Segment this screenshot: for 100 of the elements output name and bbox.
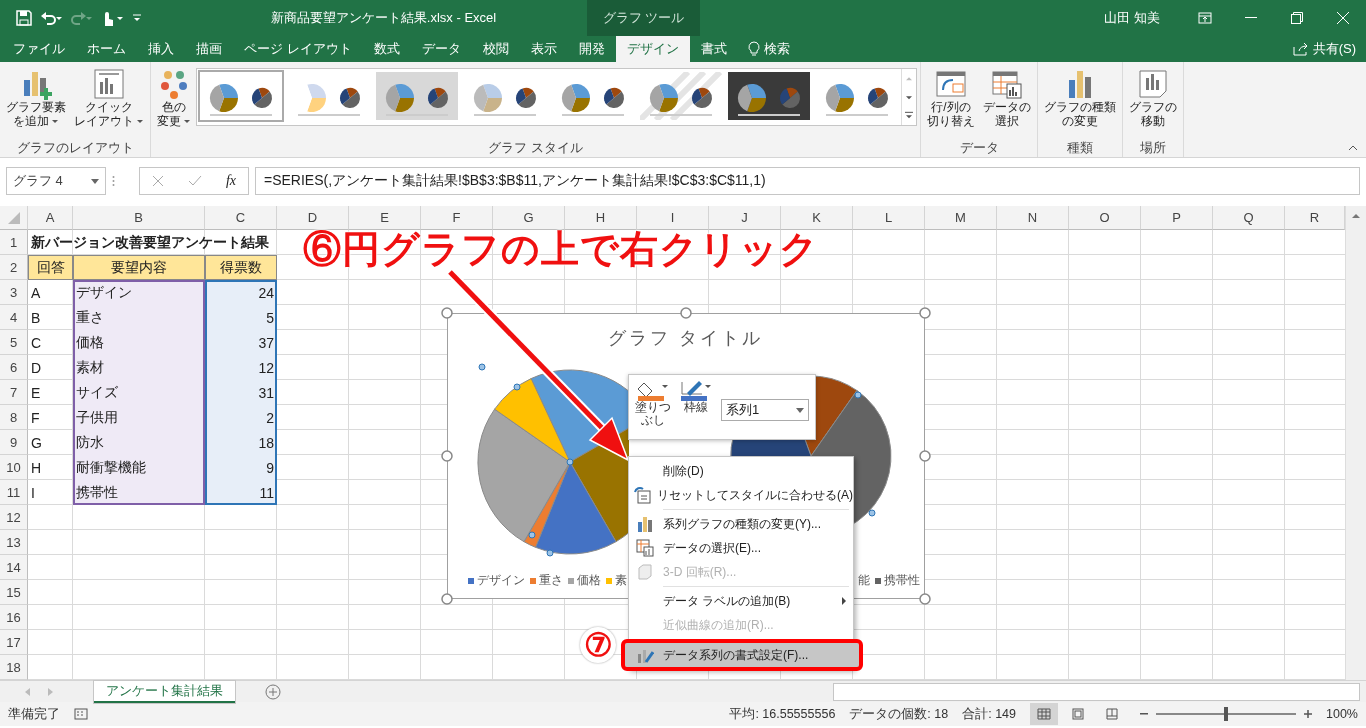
column-header[interactable]: C bbox=[205, 206, 277, 230]
column-header[interactable]: Q bbox=[1213, 206, 1285, 230]
resize-handle[interactable] bbox=[919, 593, 931, 605]
ribbon-button[interactable]: グラフの 移動 bbox=[1126, 66, 1180, 130]
resize-handle[interactable] bbox=[441, 450, 453, 462]
row-number[interactable]: 13 bbox=[0, 530, 28, 555]
column-header[interactable]: L bbox=[853, 206, 925, 230]
column-header[interactable]: B bbox=[73, 206, 205, 230]
ribbon-button[interactable]: 色の 変更 bbox=[154, 66, 194, 130]
share-button[interactable]: 共有(S) bbox=[1292, 36, 1366, 62]
ribbon-tab[interactable]: 描画 bbox=[185, 36, 233, 62]
row-number[interactable]: 11 bbox=[0, 480, 28, 505]
row-number[interactable]: 7 bbox=[0, 380, 28, 405]
row-number[interactable]: 14 bbox=[0, 555, 28, 580]
fill-button[interactable]: 塗りつぶし bbox=[635, 379, 671, 427]
column-header[interactable]: P bbox=[1141, 206, 1213, 230]
menu-item[interactable]: データの選択(E)... bbox=[629, 536, 853, 560]
check-icon[interactable] bbox=[187, 175, 202, 187]
ribbon-tab[interactable]: デザイン bbox=[615, 36, 690, 62]
ribbon-tab[interactable]: 開発 bbox=[567, 36, 616, 62]
insert-function-button[interactable]: fx bbox=[225, 173, 236, 189]
redo-icon[interactable] bbox=[70, 10, 92, 26]
undo-icon[interactable] bbox=[40, 10, 62, 26]
ribbon-display-icon[interactable] bbox=[1198, 12, 1212, 24]
ribbon-button[interactable]: 行/列の 切り替え bbox=[924, 66, 978, 130]
row-number[interactable]: 15 bbox=[0, 580, 28, 605]
column-header[interactable]: N bbox=[997, 206, 1069, 230]
column-header[interactable]: G bbox=[493, 206, 565, 230]
ribbon-button[interactable]: グラフの種類 の変更 bbox=[1041, 66, 1119, 130]
row-number[interactable]: 6 bbox=[0, 355, 28, 380]
ribbon-tab[interactable]: 校閲 bbox=[471, 36, 520, 62]
chart-style-thumbnail[interactable] bbox=[374, 70, 460, 122]
view-button[interactable] bbox=[1030, 703, 1058, 725]
resize-handle[interactable] bbox=[441, 307, 453, 319]
row-number[interactable]: 10 bbox=[0, 455, 28, 480]
resize-handle[interactable] bbox=[441, 593, 453, 605]
column-header[interactable]: D bbox=[277, 206, 349, 230]
row-number[interactable]: 18 bbox=[0, 655, 28, 680]
ribbon-tab[interactable]: 書式 bbox=[689, 36, 738, 62]
chart-title[interactable]: グラフ タイトル bbox=[448, 326, 924, 350]
row-number[interactable]: 16 bbox=[0, 605, 28, 630]
customize-toolbar-icon[interactable] bbox=[132, 13, 142, 23]
column-header[interactable]: H bbox=[565, 206, 637, 230]
row-number[interactable]: 1 bbox=[0, 230, 28, 255]
row-number[interactable]: 5 bbox=[0, 330, 28, 355]
search-button[interactable]: 検索 bbox=[737, 36, 800, 62]
name-box[interactable]: グラフ 4 bbox=[6, 167, 106, 195]
ribbon-tab[interactable]: ファイル bbox=[2, 36, 76, 62]
column-header[interactable]: R bbox=[1285, 206, 1345, 230]
ribbon-button[interactable]: データの 選択 bbox=[980, 66, 1034, 130]
row-number[interactable]: 8 bbox=[0, 405, 28, 430]
column-header[interactable]: I bbox=[637, 206, 709, 230]
drag-handle-icon[interactable] bbox=[112, 175, 115, 187]
column-header[interactable]: A bbox=[28, 206, 73, 230]
ribbon-button[interactable]: クイック レイアウト bbox=[71, 66, 147, 130]
series-dropdown[interactable]: 系列1 bbox=[721, 399, 809, 421]
macro-record-icon[interactable] bbox=[74, 708, 88, 720]
row-number[interactable]: 17 bbox=[0, 630, 28, 655]
formula-field[interactable]: =SERIES(,アンケート集計結果!$B$3:$B$11,アンケート集計結果!$C$3:$C$11,1) bbox=[255, 167, 1360, 195]
column-header[interactable]: J bbox=[709, 206, 781, 230]
ribbon-tab[interactable]: データ bbox=[410, 36, 472, 62]
cancel-icon[interactable] bbox=[151, 175, 164, 187]
restore-icon[interactable] bbox=[1291, 12, 1303, 24]
menu-item[interactable]: 系列グラフの種類の変更(Y)... bbox=[629, 512, 853, 536]
column-header[interactable]: E bbox=[349, 206, 421, 230]
row-number[interactable]: 2 bbox=[0, 255, 28, 280]
ribbon-tab[interactable]: ページ レイアウト bbox=[233, 36, 363, 62]
resize-handle[interactable] bbox=[919, 307, 931, 319]
resize-handle[interactable] bbox=[919, 450, 931, 462]
column-header[interactable]: O bbox=[1069, 206, 1141, 230]
close-icon[interactable] bbox=[1337, 12, 1349, 24]
menu-item[interactable]: 削除(D) bbox=[629, 459, 853, 483]
horizontal-scrollbar[interactable] bbox=[833, 682, 1360, 701]
chart-style-thumbnail[interactable] bbox=[638, 70, 724, 122]
menu-item[interactable]: リセットしてスタイルに合わせる(A) bbox=[629, 483, 853, 507]
row-number[interactable]: 12 bbox=[0, 505, 28, 530]
outline-button[interactable]: 枠線 bbox=[679, 379, 713, 414]
row-number[interactable]: 4 bbox=[0, 305, 28, 330]
column-header[interactable]: K bbox=[781, 206, 853, 230]
column-header[interactable]: M bbox=[925, 206, 997, 230]
sheet-tab[interactable]: アンケート集計結果 bbox=[94, 680, 235, 703]
chart-style-thumbnail[interactable] bbox=[198, 70, 284, 122]
minimize-icon[interactable] bbox=[1245, 17, 1257, 19]
ribbon-button[interactable]: グラフ要素 を追加 bbox=[3, 66, 69, 130]
ribbon-tab[interactable]: 挿入 bbox=[137, 36, 185, 62]
chart-style-thumbnail[interactable] bbox=[726, 70, 812, 122]
zoom-slider-thumb[interactable] bbox=[1224, 707, 1228, 721]
ribbon-tab[interactable]: 表示 bbox=[519, 36, 568, 62]
ribbon-tab[interactable]: 数式 bbox=[362, 36, 411, 62]
menu-item[interactable]: データ ラベルの追加(B) bbox=[629, 589, 853, 613]
collapse-ribbon-icon[interactable] bbox=[1348, 145, 1358, 151]
row-number[interactable]: 9 bbox=[0, 430, 28, 455]
zoom-in-icon[interactable] bbox=[1304, 710, 1312, 718]
row-number[interactable]: 3 bbox=[0, 280, 28, 305]
save-icon[interactable] bbox=[16, 10, 32, 26]
column-header[interactable]: F bbox=[421, 206, 493, 230]
resize-handle[interactable] bbox=[680, 307, 692, 319]
add-sheet-icon[interactable] bbox=[265, 683, 281, 700]
zoom-level[interactable]: 100% bbox=[1326, 707, 1358, 721]
ribbon-tab[interactable]: ホーム bbox=[76, 36, 137, 62]
